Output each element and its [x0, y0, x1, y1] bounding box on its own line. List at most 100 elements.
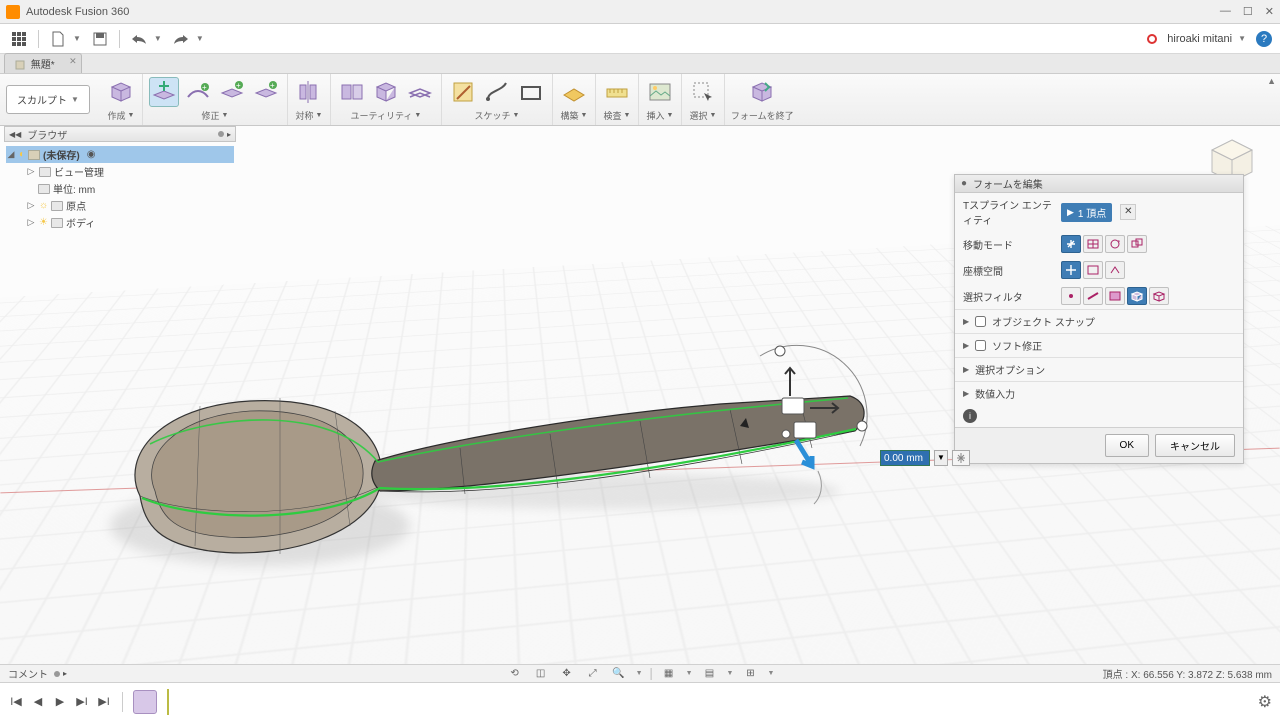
coord-view[interactable] — [1083, 261, 1103, 279]
close-tab-button[interactable]: ✕ — [69, 56, 77, 67]
browser-pin-icon[interactable]: ▸ — [218, 130, 231, 139]
file-dropdown-icon[interactable]: ▼ — [73, 34, 81, 43]
data-panel-button[interactable] — [8, 28, 30, 50]
timeline-prev[interactable]: ◀ — [30, 694, 46, 710]
tree-item-views[interactable]: ▷ ビュー管理 — [6, 163, 234, 180]
mirror-tool[interactable] — [294, 77, 324, 107]
filter-edge[interactable] — [1083, 287, 1103, 305]
model-spoon[interactable] — [80, 296, 880, 576]
timeline-settings[interactable]: ⚙ — [1258, 692, 1272, 712]
move-mode-plane[interactable] — [1083, 235, 1103, 253]
document-tab-label: 無題* — [31, 60, 55, 71]
display-mode-tool[interactable] — [337, 77, 367, 107]
grid-settings[interactable]: ▤ — [701, 667, 719, 681]
workspace-selector[interactable]: スカルプト ▼ — [6, 85, 90, 114]
browser-header[interactable]: ◀◀ ブラウザ ▸ — [4, 126, 236, 142]
redo-button[interactable] — [170, 28, 192, 50]
section-soft[interactable]: ▶ ソフト修正 — [955, 333, 1243, 357]
timeline-play[interactable]: ▶ — [52, 694, 68, 710]
info-icon[interactable]: i — [963, 409, 977, 423]
snap-checkbox[interactable] — [975, 316, 986, 327]
save-button[interactable] — [89, 28, 111, 50]
rectangle-tool[interactable] — [516, 77, 546, 107]
timeline-feature-form[interactable] — [133, 690, 157, 714]
coord-world[interactable] — [1061, 261, 1081, 279]
ribbon-collapse-icon[interactable]: ▲ — [1267, 76, 1276, 86]
zoom-tool[interactable]: ⤢ — [584, 667, 602, 681]
filter-vertex[interactable] — [1061, 287, 1081, 305]
undo-button[interactable] — [128, 28, 150, 50]
clear-selection-button[interactable]: ✕ — [1120, 204, 1136, 220]
section-select-options[interactable]: ▶ 選択オプション — [955, 357, 1243, 381]
undo-dropdown-icon[interactable]: ▼ — [154, 34, 162, 43]
insert-image-tool[interactable] — [645, 77, 675, 107]
entity-selection-chip[interactable]: ▶ 1 頂点 — [1061, 203, 1112, 222]
insert-edge-tool[interactable]: + — [183, 77, 213, 107]
display-settings[interactable]: ▦ — [660, 667, 678, 681]
ok-button[interactable]: OK — [1105, 434, 1149, 457]
filter-all[interactable] — [1149, 287, 1169, 305]
look-tool[interactable]: ◫ — [532, 667, 550, 681]
ribbon-group-insert: 挿入▼ — [639, 74, 682, 125]
fit-tool[interactable]: 🔍 — [610, 667, 628, 681]
coord-space-label: 座標空間 — [963, 263, 1053, 278]
measure-tool[interactable] — [602, 77, 632, 107]
box-tool[interactable] — [106, 77, 136, 107]
timeline-marker[interactable] — [167, 689, 169, 715]
finish-form-button[interactable] — [747, 77, 777, 107]
ribbon-group-select: 選択▼ — [682, 74, 725, 125]
tree-item-units[interactable]: 単位: mm — [6, 180, 234, 197]
document-tab[interactable]: 無題* ✕ — [4, 53, 82, 73]
tree-item-origin[interactable]: ▷☼ 原点 — [6, 197, 234, 214]
title-bar: Autodesk Fusion 360 — ☐ ✕ — [0, 0, 1280, 24]
edit-form-tool[interactable] — [149, 77, 179, 107]
help-button[interactable]: ? — [1256, 31, 1272, 47]
distance-dropdown[interactable]: ▼ — [934, 450, 948, 466]
user-dropdown-icon[interactable]: ▼ — [1238, 34, 1246, 43]
cancel-button[interactable]: キャンセル — [1155, 434, 1235, 457]
filter-face[interactable] — [1105, 287, 1125, 305]
make-uniform-tool[interactable] — [405, 77, 435, 107]
tree-root[interactable]: ◢◐ (未保存) ◉ — [6, 146, 234, 163]
soft-checkbox[interactable] — [975, 340, 986, 351]
user-menu[interactable]: hiroaki mitani — [1167, 33, 1232, 45]
browser-panel: ◀◀ ブラウザ ▸ ◢◐ (未保存) ◉ ▷ ビュー管理 単位: mm ▷☼ 原… — [4, 126, 236, 235]
select-tool[interactable] — [688, 77, 718, 107]
insert-point-tool[interactable]: + — [251, 77, 281, 107]
file-button[interactable] — [47, 28, 69, 50]
plane-tool[interactable] — [559, 77, 589, 107]
timeline-next[interactable]: ▶I — [74, 694, 90, 710]
move-mode-rotate[interactable] — [1105, 235, 1125, 253]
orbit-tool[interactable]: ⟲ — [506, 667, 524, 681]
coord-local[interactable] — [1105, 261, 1125, 279]
filter-body[interactable] — [1127, 287, 1147, 305]
viewport-layout[interactable]: ⊞ — [741, 667, 759, 681]
create-sketch-tool[interactable] — [448, 77, 478, 107]
snap-label: オブジェクト スナップ — [992, 314, 1095, 329]
app-title: Autodesk Fusion 360 — [26, 6, 129, 18]
move-mode-triad[interactable] — [1061, 235, 1081, 253]
section-numeric[interactable]: ▶ 数値入力 — [955, 381, 1243, 405]
move-mode-scale[interactable] — [1127, 235, 1147, 253]
record-icon[interactable] — [1147, 34, 1157, 44]
pan-tool[interactable]: ✥ — [558, 667, 576, 681]
ribbon-group-modify: + + + 修正▼ — [143, 74, 288, 125]
timeline-start[interactable]: I◀ — [8, 694, 24, 710]
viewport[interactable]: ◀◀ ブラウザ ▸ ◢◐ (未保存) ◉ ▷ ビュー管理 単位: mm ▷☼ 原… — [0, 126, 1280, 664]
close-window-button[interactable]: ✕ — [1265, 5, 1274, 18]
comment-pin-icon[interactable]: ▸ — [54, 669, 67, 678]
section-snap[interactable]: ▶ オブジェクト スナップ — [955, 309, 1243, 333]
select-options-label: 選択オプション — [975, 362, 1045, 377]
minimize-button[interactable]: — — [1220, 5, 1231, 18]
tree-item-bodies[interactable]: ▷☀ ボディ — [6, 214, 234, 231]
anchor-button[interactable] — [952, 450, 970, 466]
comment-label[interactable]: コメント — [8, 666, 48, 681]
subdivide-tool[interactable]: + — [217, 77, 247, 107]
distance-input[interactable] — [880, 450, 930, 466]
line-tool[interactable] — [482, 77, 512, 107]
repair-tool[interactable] — [371, 77, 401, 107]
panel-header[interactable]: ● フォームを編集 — [955, 175, 1243, 193]
maximize-button[interactable]: ☐ — [1243, 5, 1253, 18]
redo-dropdown-icon[interactable]: ▼ — [196, 34, 204, 43]
timeline-end[interactable]: ▶I — [96, 694, 112, 710]
